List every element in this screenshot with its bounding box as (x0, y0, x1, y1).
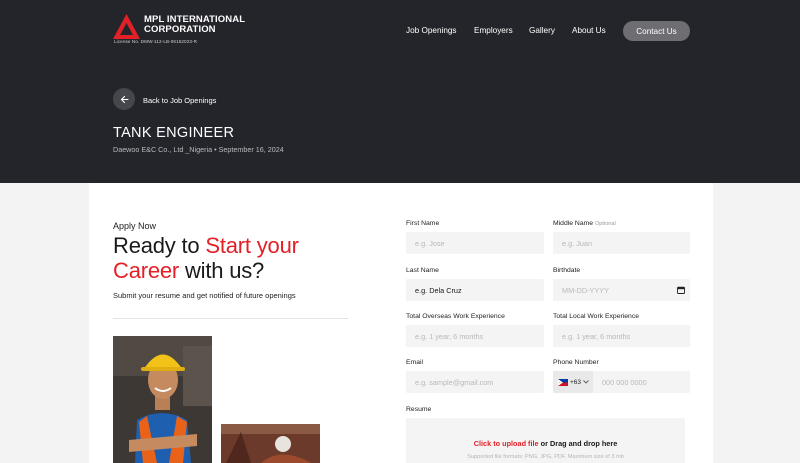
headline-part3: Career (113, 258, 180, 283)
divider (113, 318, 348, 319)
country-code: +63 (570, 378, 582, 386)
first-name-field[interactable]: e.g. Jose (406, 232, 544, 254)
calendar-icon[interactable] (677, 286, 685, 294)
birthdate-placeholder: MM-DD-YYYY (562, 285, 610, 295)
phone-field[interactable]: 000 000 0000 (593, 371, 690, 393)
country-code-select[interactable]: +63 (553, 371, 593, 393)
last-name-field[interactable]: e.g. Dela Cruz (406, 279, 544, 301)
nav-job-openings[interactable]: Job Openings (406, 26, 457, 35)
birthdate-label: Birthdate (553, 267, 581, 274)
optional-tag: Optional (594, 221, 616, 227)
contact-us-button[interactable]: Contact Us (623, 21, 690, 41)
email-label: Email (406, 359, 423, 366)
apply-now-label: Apply Now (113, 221, 157, 231)
worker-photo (113, 336, 212, 463)
upload-rest: or Drag and drop here (538, 439, 618, 448)
last-name-label: Last Name (406, 267, 439, 274)
upload-formats: Supported file formats: PNG, JPG, PDF. M… (467, 454, 624, 460)
philippines-flag-icon (558, 378, 568, 386)
back-to-job-openings-link[interactable]: Back to Job Openings (143, 96, 216, 105)
subtitle: Submit your resume and get notified of f… (113, 291, 296, 300)
job-title: TANK ENGINEER (113, 125, 235, 141)
chevron-down-icon (583, 380, 589, 384)
headline: Ready to Start your Career with us? (113, 233, 299, 283)
phone-label: Phone Number (553, 359, 599, 366)
mpl-logo-icon (113, 14, 140, 39)
overseas-experience-field[interactable]: e.g. 1 year, 6 months (406, 325, 544, 347)
middle-name-label-text: Middle Name (553, 220, 594, 227)
middle-name-field[interactable]: e.g. Juan (553, 232, 690, 254)
brand-name-line2: CORPORATION (144, 24, 216, 35)
brand-logo[interactable]: MPL INTERNATIONAL CORPORATION (113, 14, 245, 39)
nav-about-us[interactable]: About Us (572, 26, 606, 35)
resume-label: Resume (406, 406, 432, 413)
email-field[interactable]: e.g. sample@gmail.com (406, 371, 544, 393)
headline-part4: with us? (179, 258, 265, 283)
arrow-left-icon (120, 95, 129, 103)
upload-instructions: Click to upload file or Drag and drop he… (406, 439, 685, 448)
nav-gallery[interactable]: Gallery (529, 26, 555, 35)
back-button[interactable] (113, 88, 135, 110)
first-name-label: First Name (406, 220, 440, 227)
headline-part2: Start your (205, 233, 299, 258)
site-photo (221, 424, 320, 463)
birthdate-field[interactable]: MM-DD-YYYY (553, 279, 690, 301)
overseas-experience-label: Total Overseas Work Experience (406, 313, 505, 320)
headline-part1: Ready to (113, 233, 206, 258)
job-meta: Daewoo E&C Co., Ltd _Nigeria • September… (113, 145, 284, 154)
nav-employers[interactable]: Employers (474, 26, 513, 35)
upload-link[interactable]: Click to upload file (474, 439, 539, 448)
local-experience-label: Total Local Work Experience (553, 313, 640, 320)
middle-name-label: Middle Name Optional (553, 220, 616, 227)
resume-upload-dropzone[interactable]: Click to upload file or Drag and drop he… (406, 418, 685, 463)
local-experience-field[interactable]: e.g. 1 year, 6 months (553, 325, 690, 347)
license-number: License No. DMW-112-LB-06152023-R (114, 39, 198, 44)
